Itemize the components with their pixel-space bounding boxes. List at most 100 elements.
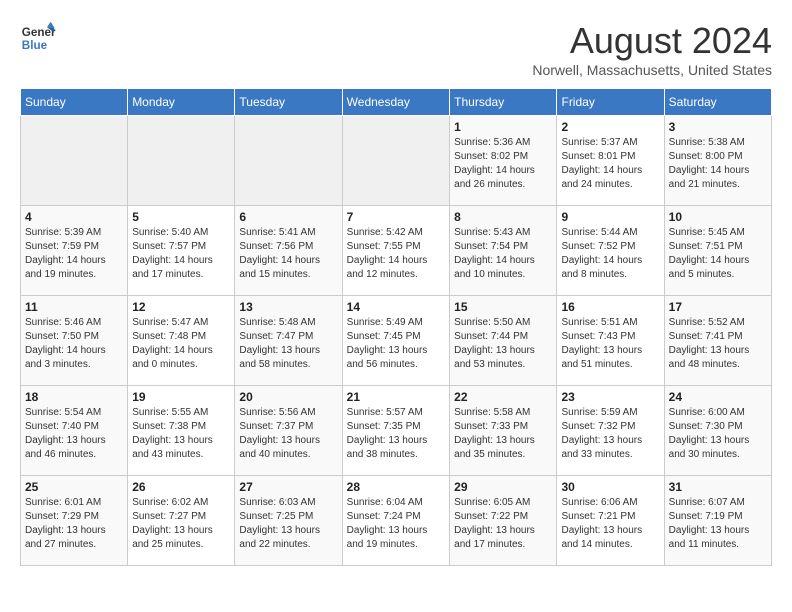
day-info: Sunrise: 5:44 AM Sunset: 7:52 PM Dayligh… xyxy=(561,226,659,282)
calendar-cell: 22 Sunrise: 5:58 AM Sunset: 7:33 PM Dayli… xyxy=(450,386,557,476)
calendar-cell: 21 Sunrise: 5:57 AM Sunset: 7:35 PM Dayli… xyxy=(342,386,450,476)
day-info: Sunrise: 5:38 AM Sunset: 8:00 PM Dayligh… xyxy=(669,136,767,192)
day-info: Sunrise: 6:00 AM Sunset: 7:30 PM Dayligh… xyxy=(669,406,767,462)
calendar-cell: 11Sunrise: 5:46 AM Sunset: 7:50 PM Dayli… xyxy=(21,296,128,386)
calendar-cell: 9 Sunrise: 5:44 AM Sunset: 7:52 PM Daylig… xyxy=(557,206,664,296)
calendar-cell: 20Sunrise: 5:56 AM Sunset: 7:37 PM Dayli… xyxy=(235,386,342,476)
day-number: 30 xyxy=(561,480,659,494)
calendar-cell: 13 Sunrise: 5:48 AM Sunset: 7:47 PM Dayli… xyxy=(235,296,342,386)
calendar-cell: 1 Sunrise: 5:36 AM Sunset: 8:02 PM Daylig… xyxy=(450,116,557,206)
calendar-cell: 23 Sunrise: 5:59 AM Sunset: 7:32 PM Dayli… xyxy=(557,386,664,476)
day-number: 9 xyxy=(561,210,659,224)
day-number: 23 xyxy=(561,390,659,404)
day-number: 12 xyxy=(132,300,230,314)
day-info: Sunrise: 5:58 AM Sunset: 7:33 PM Dayligh… xyxy=(454,406,552,462)
day-info: Sunrise: 5:55 AM Sunset: 7:38 PM Dayligh… xyxy=(132,406,230,462)
page-header: General Blue August 2024 Norwell, Massac… xyxy=(20,20,772,78)
day-info: Sunrise: 5:43 AM Sunset: 7:54 PM Dayligh… xyxy=(454,226,552,282)
calendar-cell xyxy=(21,116,128,206)
calendar-cell: 29Sunrise: 6:05 AM Sunset: 7:22 PM Dayli… xyxy=(450,476,557,566)
day-info: Sunrise: 5:46 AM Sunset: 7:50 PM Dayligh… xyxy=(25,316,123,372)
calendar-cell: 14 Sunrise: 5:49 AM Sunset: 7:45 PM Dayli… xyxy=(342,296,450,386)
day-info: Sunrise: 5:47 AM Sunset: 7:48 PM Dayligh… xyxy=(132,316,230,372)
day-info: Sunrise: 5:49 AM Sunset: 7:45 PM Dayligh… xyxy=(347,316,446,372)
calendar-cell: 12 Sunrise: 5:47 AM Sunset: 7:48 PM Dayli… xyxy=(128,296,235,386)
day-number: 13 xyxy=(239,300,337,314)
day-number: 18 xyxy=(25,390,123,404)
day-info: Sunrise: 5:40 AM Sunset: 7:57 PM Dayligh… xyxy=(132,226,230,282)
day-number: 1 xyxy=(454,120,552,134)
calendar-cell: 19 Sunrise: 5:55 AM Sunset: 7:38 PM Dayli… xyxy=(128,386,235,476)
calendar-cell: 2Sunrise: 5:37 AM Sunset: 8:01 PM Daylig… xyxy=(557,116,664,206)
week-row-1: 1 Sunrise: 5:36 AM Sunset: 8:02 PM Daylig… xyxy=(21,116,772,206)
svg-text:Blue: Blue xyxy=(22,39,48,52)
week-row-5: 25Sunrise: 6:01 AM Sunset: 7:29 PM Dayli… xyxy=(21,476,772,566)
day-number: 7 xyxy=(347,210,446,224)
day-info: Sunrise: 5:41 AM Sunset: 7:56 PM Dayligh… xyxy=(239,226,337,282)
day-number: 2 xyxy=(561,120,659,134)
calendar-cell: 31 Sunrise: 6:07 AM Sunset: 7:19 PM Dayli… xyxy=(664,476,771,566)
calendar-cell xyxy=(235,116,342,206)
calendar-cell: 6 Sunrise: 5:41 AM Sunset: 7:56 PM Daylig… xyxy=(235,206,342,296)
day-info: Sunrise: 5:51 AM Sunset: 7:43 PM Dayligh… xyxy=(561,316,659,372)
calendar-cell: 24 Sunrise: 6:00 AM Sunset: 7:30 PM Dayli… xyxy=(664,386,771,476)
day-number: 21 xyxy=(347,390,446,404)
calendar-cell: 5 Sunrise: 5:40 AM Sunset: 7:57 PM Daylig… xyxy=(128,206,235,296)
day-info: Sunrise: 6:07 AM Sunset: 7:19 PM Dayligh… xyxy=(669,496,767,552)
day-number: 27 xyxy=(239,480,337,494)
calendar-cell xyxy=(128,116,235,206)
day-info: Sunrise: 5:45 AM Sunset: 7:51 PM Dayligh… xyxy=(669,226,767,282)
day-info: Sunrise: 5:59 AM Sunset: 7:32 PM Dayligh… xyxy=(561,406,659,462)
weekday-header-thursday: Thursday xyxy=(450,89,557,116)
week-row-2: 4Sunrise: 5:39 AM Sunset: 7:59 PM Daylig… xyxy=(21,206,772,296)
day-number: 24 xyxy=(669,390,767,404)
day-number: 19 xyxy=(132,390,230,404)
weekday-header-tuesday: Tuesday xyxy=(235,89,342,116)
calendar-cell: 30 Sunrise: 6:06 AM Sunset: 7:21 PM Dayli… xyxy=(557,476,664,566)
day-number: 22 xyxy=(454,390,552,404)
day-number: 16 xyxy=(561,300,659,314)
calendar-cell: 3 Sunrise: 5:38 AM Sunset: 8:00 PM Daylig… xyxy=(664,116,771,206)
calendar-cell: 18 Sunrise: 5:54 AM Sunset: 7:40 PM Dayli… xyxy=(21,386,128,476)
day-number: 17 xyxy=(669,300,767,314)
calendar-cell: 7 Sunrise: 5:42 AM Sunset: 7:55 PM Daylig… xyxy=(342,206,450,296)
weekday-header-saturday: Saturday xyxy=(664,89,771,116)
day-info: Sunrise: 5:52 AM Sunset: 7:41 PM Dayligh… xyxy=(669,316,767,372)
day-number: 28 xyxy=(347,480,446,494)
day-number: 26 xyxy=(132,480,230,494)
calendar-table: SundayMondayTuesdayWednesdayThursdayFrid… xyxy=(20,88,772,566)
day-info: Sunrise: 5:36 AM Sunset: 8:02 PM Dayligh… xyxy=(454,136,552,192)
day-info: Sunrise: 6:02 AM Sunset: 7:27 PM Dayligh… xyxy=(132,496,230,552)
day-info: Sunrise: 6:05 AM Sunset: 7:22 PM Dayligh… xyxy=(454,496,552,552)
day-info: Sunrise: 5:42 AM Sunset: 7:55 PM Dayligh… xyxy=(347,226,446,282)
day-info: Sunrise: 6:03 AM Sunset: 7:25 PM Dayligh… xyxy=(239,496,337,552)
day-number: 14 xyxy=(347,300,446,314)
title-block: August 2024 Norwell, Massachusetts, Unit… xyxy=(532,20,772,78)
week-row-3: 11Sunrise: 5:46 AM Sunset: 7:50 PM Dayli… xyxy=(21,296,772,386)
day-info: Sunrise: 5:50 AM Sunset: 7:44 PM Dayligh… xyxy=(454,316,552,372)
day-info: Sunrise: 5:48 AM Sunset: 7:47 PM Dayligh… xyxy=(239,316,337,372)
day-info: Sunrise: 6:04 AM Sunset: 7:24 PM Dayligh… xyxy=(347,496,446,552)
day-info: Sunrise: 6:06 AM Sunset: 7:21 PM Dayligh… xyxy=(561,496,659,552)
day-number: 25 xyxy=(25,480,123,494)
calendar-cell: 27 Sunrise: 6:03 AM Sunset: 7:25 PM Dayli… xyxy=(235,476,342,566)
weekday-header-wednesday: Wednesday xyxy=(342,89,450,116)
calendar-cell: 28 Sunrise: 6:04 AM Sunset: 7:24 PM Dayli… xyxy=(342,476,450,566)
calendar-cell: 8 Sunrise: 5:43 AM Sunset: 7:54 PM Daylig… xyxy=(450,206,557,296)
main-title: August 2024 xyxy=(532,20,772,62)
day-info: Sunrise: 5:57 AM Sunset: 7:35 PM Dayligh… xyxy=(347,406,446,462)
day-number: 31 xyxy=(669,480,767,494)
day-number: 4 xyxy=(25,210,123,224)
day-number: 3 xyxy=(669,120,767,134)
calendar-cell: 15Sunrise: 5:50 AM Sunset: 7:44 PM Dayli… xyxy=(450,296,557,386)
logo-icon: General Blue xyxy=(20,20,56,56)
logo: General Blue xyxy=(20,20,56,56)
day-info: Sunrise: 5:54 AM Sunset: 7:40 PM Dayligh… xyxy=(25,406,123,462)
day-info: Sunrise: 5:56 AM Sunset: 7:37 PM Dayligh… xyxy=(239,406,337,462)
day-number: 5 xyxy=(132,210,230,224)
day-number: 6 xyxy=(239,210,337,224)
calendar-cell xyxy=(342,116,450,206)
day-number: 8 xyxy=(454,210,552,224)
weekday-header-row: SundayMondayTuesdayWednesdayThursdayFrid… xyxy=(21,89,772,116)
day-number: 10 xyxy=(669,210,767,224)
